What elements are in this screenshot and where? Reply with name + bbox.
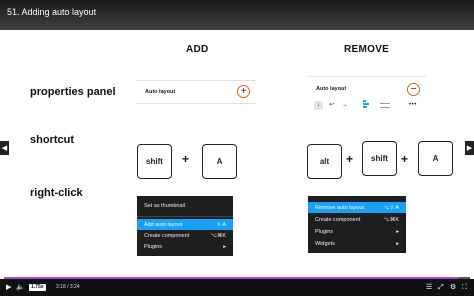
key-shift: shift: [362, 141, 397, 176]
previous-arrow-icon[interactable]: ◀: [0, 141, 9, 155]
video-frame: 51. Adding auto layout ADD REMOVE proper…: [0, 0, 474, 296]
next-arrow-icon[interactable]: ▶: [465, 141, 474, 155]
remove-context-menu: Remove auto layout ⌥⇧ A Create component…: [308, 196, 406, 253]
remove-auto-layout-button[interactable]: −: [407, 83, 420, 96]
remove-properties-panel: Auto layout − ↓ ↩ → •••: [308, 76, 426, 116]
video-title-bar: 51. Adding auto layout: [0, 0, 474, 30]
fullscreen-toggle-icon[interactable]: ⤢: [438, 283, 444, 292]
menu-item-set-as-thumbnail[interactable]: Set as thumbnail: [137, 200, 233, 211]
progress-bar[interactable]: [4, 277, 470, 279]
shortcut-label: shortcut: [30, 134, 74, 146]
remove-column-heading: REMOVE: [344, 44, 390, 55]
menu-item-shortcut: ⌥⇧ A: [383, 204, 399, 211]
video-title: 51. Adding auto layout: [7, 7, 97, 17]
menu-item-label: Plugins: [144, 243, 163, 250]
plus-sign: +: [182, 152, 190, 166]
fullscreen-icon[interactable]: ⛶: [462, 283, 467, 292]
plus-sign: +: [401, 152, 409, 166]
add-context-menu: Set as thumbnail Add auto layout ⇧ A Cre…: [137, 196, 233, 256]
key-a: A: [418, 141, 453, 176]
menu-item-plugins[interactable]: Plugins ▸: [137, 241, 233, 252]
playback-speed-button[interactable]: 1.75x: [29, 284, 46, 291]
menu-item-label: Plugins: [315, 228, 334, 235]
panel-divider: [136, 80, 256, 81]
menu-item-create-component[interactable]: Create component ⌥⌘K: [308, 214, 406, 225]
settings-icon[interactable]: ⚙: [450, 283, 456, 292]
spacing-icon: [380, 107, 390, 108]
time-display: 3:18 / 3:24: [56, 284, 80, 290]
play-icon[interactable]: ▶: [6, 283, 11, 292]
plus-sign: +: [346, 152, 354, 166]
add-properties-panel: Auto layout +: [136, 80, 256, 104]
panel-divider: [136, 103, 256, 104]
menu-item-label: Remove auto layout: [315, 204, 364, 211]
key-alt: alt: [307, 144, 342, 179]
add-auto-layout-button[interactable]: +: [237, 85, 250, 98]
menu-item-label: Create component: [144, 232, 190, 239]
menu-item-shortcut: ⌥⌘K: [383, 216, 399, 223]
key-a: A: [202, 144, 237, 179]
menu-item-label: Add auto layout: [144, 221, 183, 228]
more-options-icon[interactable]: •••: [409, 102, 417, 108]
menu-item-add-auto-layout[interactable]: Add auto layout ⇧ A: [137, 219, 233, 230]
menu-item-remove-auto-layout[interactable]: Remove auto layout ⌥⇧ A: [308, 202, 406, 213]
menu-separator: [137, 216, 233, 217]
chapters-icon[interactable]: ☰: [426, 283, 432, 292]
wrap-icon[interactable]: ↩: [327, 101, 336, 110]
auto-layout-title: Auto layout: [145, 89, 176, 95]
menu-item-label: Widgets: [315, 240, 335, 247]
menu-item-shortcut: ⇧ A: [216, 221, 226, 228]
menu-item-plugins[interactable]: Plugins ▸: [308, 226, 406, 237]
alignment-grid-icon[interactable]: [362, 99, 373, 111]
key-shift: shift: [137, 144, 172, 179]
progress-fill: [4, 277, 459, 279]
menu-item-create-component[interactable]: Create component ⌥⌘K: [137, 230, 233, 241]
panel-divider: [308, 76, 426, 77]
menu-item-widgets[interactable]: Widgets ▸: [308, 238, 406, 249]
direction-down-icon[interactable]: ↓: [314, 101, 323, 110]
add-column-heading: ADD: [186, 44, 209, 55]
menu-item-label: Create component: [315, 216, 361, 223]
right-click-label: right-click: [30, 187, 83, 199]
volume-icon[interactable]: 🔈: [16, 283, 25, 292]
direction-right-icon[interactable]: →: [340, 101, 349, 110]
auto-layout-title: Auto layout: [316, 86, 347, 92]
properties-panel-label: properties panel: [30, 86, 116, 98]
submenu-arrow-icon: ▸: [223, 243, 226, 250]
submenu-arrow-icon: ▸: [396, 240, 399, 247]
menu-item-label: Set as thumbnail: [144, 202, 185, 209]
menu-item-shortcut: ⌥⌘K: [210, 232, 226, 239]
spacing-icon[interactable]: [380, 103, 390, 104]
submenu-arrow-icon: ▸: [396, 228, 399, 235]
